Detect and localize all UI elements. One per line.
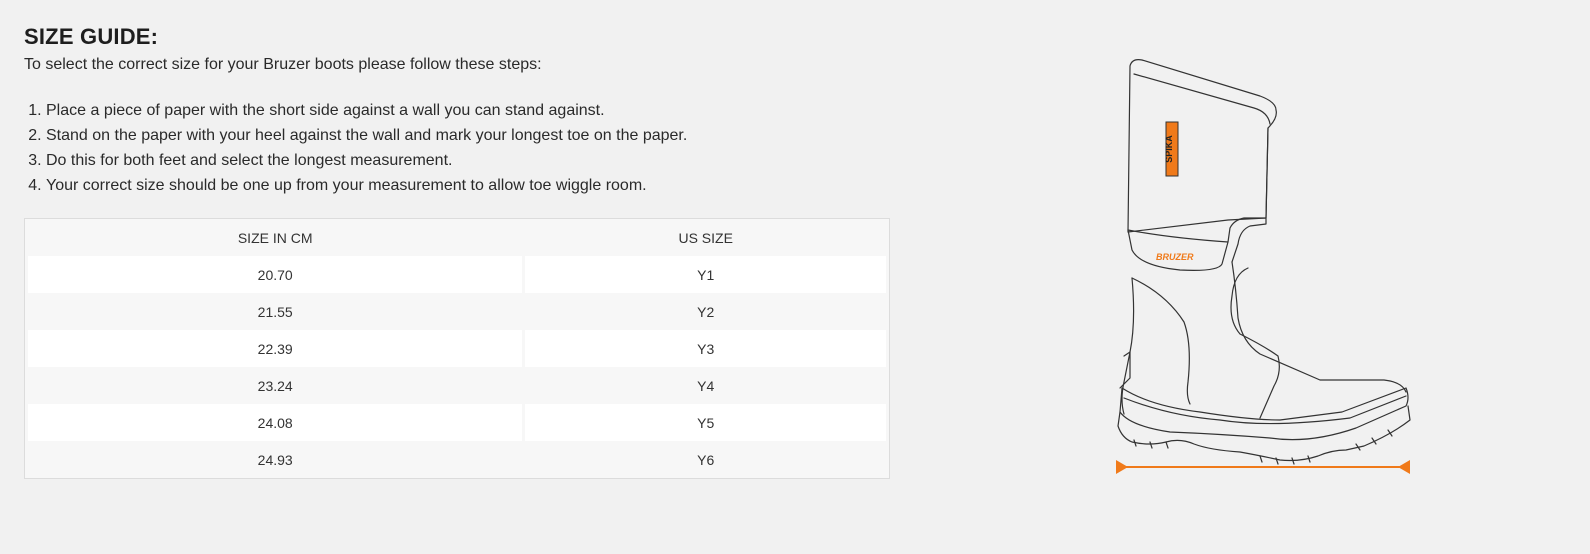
size-guide-section: SIZE GUIDE: To select the correct size f… <box>24 24 894 479</box>
us-size-cell: Y3 <box>525 330 886 367</box>
table-row: 20.70 Y1 <box>28 256 886 293</box>
size-guide-page: SIZE GUIDE: To select the correct size f… <box>0 0 1590 554</box>
us-size-cell: Y6 <box>525 441 886 478</box>
step-item: Stand on the paper with your heel agains… <box>46 123 894 148</box>
step-item: Place a piece of paper with the short si… <box>46 98 894 123</box>
step-item: Your correct size should be one up from … <box>46 173 894 198</box>
table-row: 24.93 Y6 <box>28 441 886 478</box>
us-size-cell: Y5 <box>525 404 886 441</box>
intro-text: To select the correct size for your Bruz… <box>24 56 542 73</box>
size-table: SIZE IN CM US SIZE 20.70 Y1 21.55 Y2 22.… <box>24 218 890 479</box>
column-header-size-cm: SIZE IN CM <box>28 219 523 256</box>
table-header-row: SIZE IN CM US SIZE <box>28 219 886 256</box>
size-cm-cell: 24.08 <box>28 404 523 441</box>
bruzer-brand-label: BRUZER <box>1156 252 1194 262</box>
size-cm-cell: 22.39 <box>28 330 523 367</box>
table-row: 24.08 Y5 <box>28 404 886 441</box>
us-size-cell: Y4 <box>525 367 886 404</box>
size-cm-cell: 24.93 <box>28 441 523 478</box>
table-row: 21.55 Y2 <box>28 293 886 330</box>
size-cm-cell: 21.55 <box>28 293 523 330</box>
boot-illustration: SPIKA BRUZER <box>1110 52 1420 482</box>
table-row: 23.24 Y4 <box>28 367 886 404</box>
us-size-cell: Y1 <box>525 256 886 293</box>
page-title: SIZE GUIDE: <box>24 24 159 49</box>
size-cm-cell: 23.24 <box>28 367 523 404</box>
spika-tag-label: SPIKA <box>1164 135 1174 163</box>
us-size-cell: Y2 <box>525 293 886 330</box>
table-row: 22.39 Y3 <box>28 330 886 367</box>
boot-outline-icon: SPIKA BRUZER <box>1116 59 1411 474</box>
size-cm-cell: 20.70 <box>28 256 523 293</box>
step-item: Do this for both feet and select the lon… <box>46 148 894 173</box>
steps-list: Place a piece of paper with the short si… <box>24 98 894 198</box>
length-measure-arrow <box>1116 460 1410 474</box>
column-header-us-size: US SIZE <box>525 219 886 256</box>
